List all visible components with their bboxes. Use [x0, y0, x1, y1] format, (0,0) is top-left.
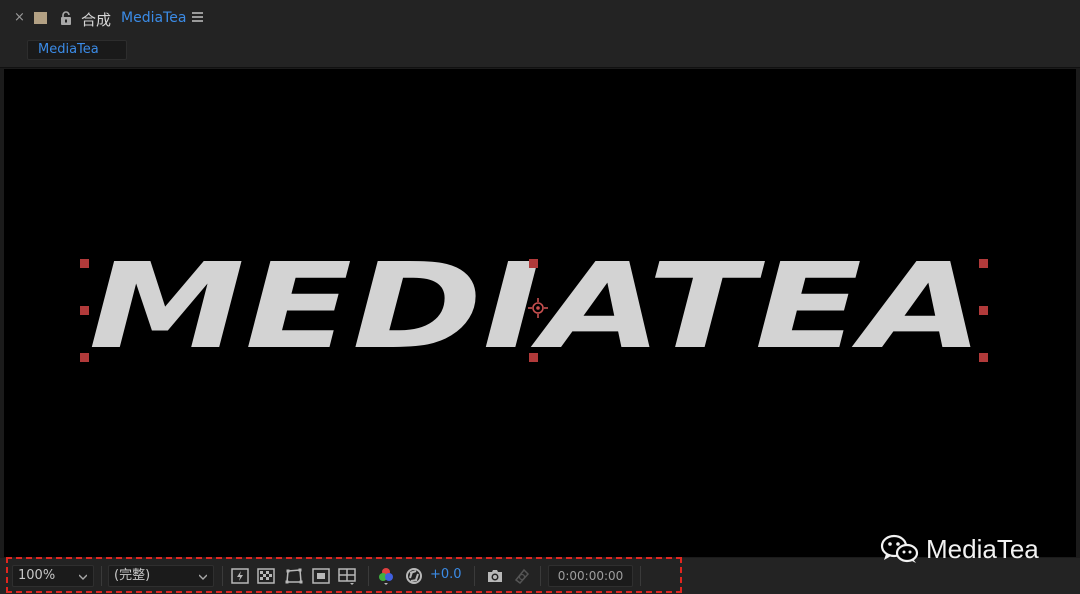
transform-handle-bottom-center[interactable] [529, 353, 538, 362]
transform-handle-middle-left[interactable] [80, 306, 89, 315]
tab-mediatea[interactable]: MediaTea [27, 40, 127, 60]
transparency-grid-icon[interactable] [256, 566, 276, 586]
mask-visibility-icon[interactable] [284, 566, 304, 586]
region-of-interest-icon[interactable] [311, 566, 331, 586]
panel-menu-icon[interactable] [192, 12, 203, 22]
snapshot-camera-icon[interactable] [485, 566, 505, 586]
panel-title: 合成 [81, 11, 112, 29]
exposure-value[interactable]: +0.0 [430, 567, 462, 582]
lock-icon[interactable] [60, 11, 72, 25]
transform-handle-middle-right[interactable] [979, 306, 988, 315]
toolbar-divider [474, 566, 475, 586]
current-time-display[interactable]: 0:00:00:00 [548, 565, 633, 587]
reset-exposure-icon[interactable] [404, 566, 424, 586]
transform-handle-top-right[interactable] [979, 259, 988, 268]
zoom-value: 100% [18, 568, 56, 583]
anchor-point-icon[interactable] [528, 298, 548, 318]
toolbar-divider [368, 566, 369, 586]
watermark-text: MediaTea [926, 533, 1039, 564]
transform-handle-top-left[interactable] [80, 259, 89, 268]
toolbar-divider [540, 566, 541, 586]
label-color-swatch[interactable] [34, 12, 47, 24]
wechat-watermark: MediaTea [880, 533, 1039, 565]
resolution-dropdown[interactable]: (完整) [108, 565, 214, 587]
transform-handle-bottom-left[interactable] [80, 353, 89, 362]
toolbar-divider [222, 566, 223, 586]
composition-panel-header: × 合成 MediaTea MediaTea [0, 0, 1080, 68]
toolbar-divider [640, 566, 641, 586]
chevron-down-icon [199, 574, 207, 580]
resolution-value: (完整) [114, 568, 151, 583]
composition-name[interactable]: MediaTea [121, 10, 186, 26]
wechat-icon [880, 534, 919, 563]
grid-guides-icon[interactable] [337, 566, 357, 586]
color-channels-icon[interactable] [376, 566, 396, 586]
fast-previews-icon[interactable] [230, 566, 250, 586]
toolbar-divider [101, 566, 102, 586]
show-snapshot-icon[interactable] [512, 566, 532, 586]
close-icon[interactable]: × [14, 11, 25, 25]
transform-handle-bottom-right[interactable] [979, 353, 988, 362]
transform-handle-top-center[interactable] [529, 259, 538, 268]
zoom-dropdown[interactable]: 100% [12, 565, 94, 587]
chevron-down-icon [79, 574, 87, 580]
composition-viewer[interactable]: MEDIATEA [4, 69, 1076, 557]
